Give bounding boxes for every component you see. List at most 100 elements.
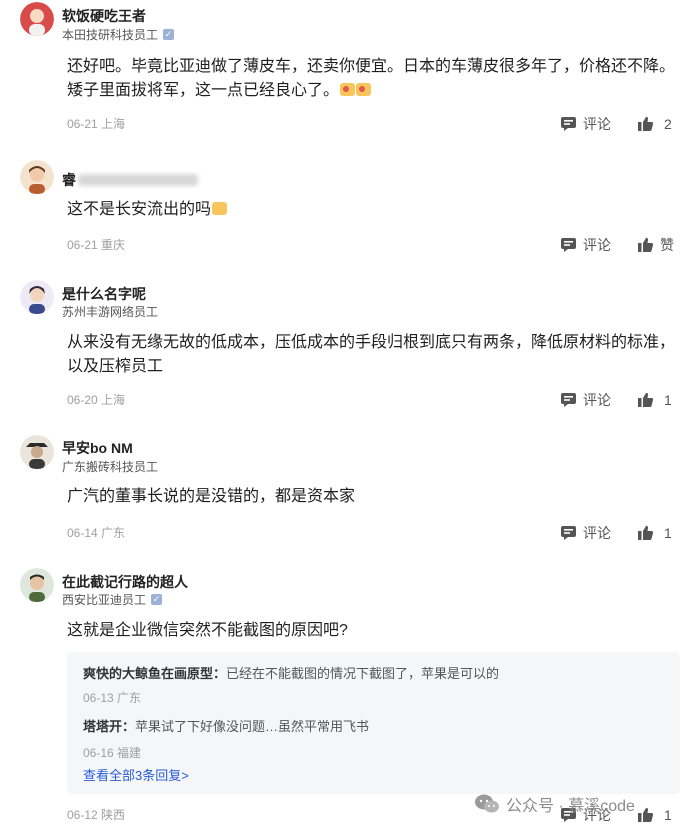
like-button[interactable]: 1	[637, 807, 672, 823]
comment-meta: 06-20 上海	[67, 391, 125, 408]
avatar[interactable]	[20, 568, 54, 602]
comment-location: 上海	[101, 393, 126, 407]
comment-meta: 06-21 上海	[67, 115, 125, 132]
comment-meta: 06-14 广东	[67, 524, 125, 541]
comment-text: 还好吧。毕竟比亚迪做了薄皮车，还卖你便宜。日本的车薄皮很多年了，价格还不降。矮子…	[67, 55, 677, 103]
comment-icon	[561, 117, 576, 131]
reply-item: 爽快的大鲸鱼在画原型：已经在不能截图的情况下截图了，苹果是可以的	[83, 666, 500, 681]
reply-author[interactable]: 塔塔开	[83, 719, 122, 734]
avatar[interactable]	[20, 435, 54, 469]
name-line: 早安bo NM	[62, 438, 133, 458]
thumbs-up-icon	[638, 807, 654, 822]
comment-location: 广东	[101, 526, 126, 540]
watermark: 公众号 · 慕溪code	[474, 792, 635, 816]
comment-date: 06-20	[67, 393, 98, 407]
comment-icon	[561, 238, 576, 252]
like-button[interactable]: 赞	[637, 235, 674, 255]
avatar[interactable]	[20, 280, 54, 314]
reply-date: 06-13	[83, 691, 114, 705]
thumbs-up-icon	[638, 392, 654, 407]
commenter-org: 广东搬砖科技员工	[62, 458, 158, 475]
emoji-icon	[212, 202, 228, 215]
watermark-text: 公众号 · 慕溪code	[506, 798, 635, 815]
reply-button[interactable]: 评论	[560, 114, 611, 134]
reply-label: 评论	[583, 237, 611, 253]
org-label: 西安比亚迪员工	[62, 593, 147, 607]
comment-icon	[561, 393, 576, 407]
commenter-name[interactable]: 是什么名字呢	[62, 284, 146, 304]
comment-actions: 评论 赞	[560, 235, 683, 255]
comment-actions: 评论 1	[560, 390, 678, 410]
wechat-icon	[475, 794, 499, 813]
reply-author[interactable]: 爽快的大鲸鱼在画原型	[83, 666, 213, 681]
reply-item: 塔塔开：苹果试了下好像没问题…虽然平常用飞书	[83, 719, 370, 734]
emoji-icon	[356, 83, 372, 96]
like-count: 1	[664, 525, 672, 541]
reply-thread: 爽快的大鲸鱼在画原型：已经在不能截图的情况下截图了，苹果是可以的 06-13 广…	[67, 652, 680, 794]
reply-button[interactable]: 评论	[560, 390, 611, 410]
name-line: 是什么名字呢	[62, 284, 146, 304]
reply-location: 广东	[117, 691, 142, 705]
comment-body: 这不是长安流出的吗	[67, 201, 212, 218]
comment-text: 从来没有无缘无故的低成本，压低成本的手段归根到底只有两条，降低原材料的标准，以及…	[67, 331, 677, 379]
blurred-name-mask	[78, 174, 198, 186]
comment-location: 陕西	[101, 808, 126, 822]
comment-meta: 06-12 陕西	[67, 806, 125, 823]
avatar[interactable]	[20, 2, 54, 36]
comment-body: 广汽的董事长说的是没错的，都是资本家	[67, 488, 356, 505]
org-label: 苏州丰游网络员工	[62, 305, 159, 319]
like-count: 2	[664, 116, 672, 132]
reply-button[interactable]: 评论	[560, 523, 611, 543]
org-label: 广东搬砖科技员工	[62, 460, 159, 474]
commenter-name[interactable]: 睿	[62, 170, 76, 190]
reply-label: 评论	[583, 392, 611, 408]
comment-location: 重庆	[101, 238, 126, 252]
comment-meta: 06-21 重庆	[67, 236, 125, 253]
avatar[interactable]	[20, 160, 54, 194]
like-button[interactable]: 2	[637, 116, 672, 132]
verified-badge-icon: ✓	[163, 29, 175, 40]
comment-actions: 评论 1	[560, 523, 678, 543]
like-count: 1	[664, 392, 672, 408]
comment-body: 从来没有无缘无故的低成本，压低成本的手段归根到底只有两条，降低原材料的标准，以及…	[67, 334, 676, 375]
comment-date: 06-21	[67, 117, 98, 131]
comment-text: 这不是长安流出的吗	[67, 198, 677, 222]
name-line: 软饭硬吃王者	[62, 6, 146, 26]
comment-actions: 评论 2	[560, 114, 678, 134]
reply-label: 评论	[583, 116, 611, 132]
reply-location: 福建	[117, 746, 142, 760]
comment-text: 这就是企业微信突然不能截图的原因吧?	[67, 619, 677, 643]
comment-body: 这就是企业微信突然不能截图的原因吧?	[67, 622, 348, 639]
like-count: 赞	[660, 237, 674, 253]
comment-date: 06-12	[67, 808, 98, 822]
commenter-org: 本田技研科技员工 ✓	[62, 26, 175, 43]
name-line: 睿	[62, 170, 198, 190]
like-button[interactable]: 1	[637, 525, 672, 541]
reply-button[interactable]: 评论	[560, 235, 611, 255]
reply-text: 已经在不能截图的情况下截图了，苹果是可以的	[226, 666, 500, 681]
comment-date: 06-14	[67, 526, 98, 540]
commenter-name[interactable]: 软饭硬吃王者	[62, 6, 146, 26]
reply-text: 苹果试了下好像没问题…虽然平常用飞书	[135, 719, 370, 734]
reply-meta: 06-13 广东	[83, 689, 141, 706]
name-line: 在此截记行路的超人	[62, 572, 188, 592]
commenter-org: 苏州丰游网络员工	[62, 303, 158, 320]
reply-date: 06-16	[83, 746, 114, 760]
comment-icon	[561, 526, 576, 540]
commenter-name[interactable]: 在此截记行路的超人	[62, 572, 188, 592]
verified-badge-icon: ✓	[151, 594, 163, 605]
comment-text: 广汽的董事长说的是没错的，都是资本家	[67, 485, 677, 509]
emoji-icon	[340, 83, 356, 96]
commenter-org: 西安比亚迪员工 ✓	[62, 591, 163, 608]
thumbs-up-icon	[638, 237, 654, 252]
like-count: 1	[664, 807, 672, 823]
thumbs-up-icon	[638, 525, 654, 540]
view-all-replies-link[interactable]: 查看全部3条回复>	[83, 765, 189, 784]
comment-location: 上海	[101, 117, 126, 131]
like-button[interactable]: 1	[637, 392, 672, 408]
reply-label: 评论	[583, 525, 611, 541]
comment-date: 06-21	[67, 238, 98, 252]
reply-meta: 06-16 福建	[83, 744, 141, 761]
org-label: 本田技研科技员工	[62, 28, 159, 42]
commenter-name[interactable]: 早安bo NM	[62, 438, 133, 458]
